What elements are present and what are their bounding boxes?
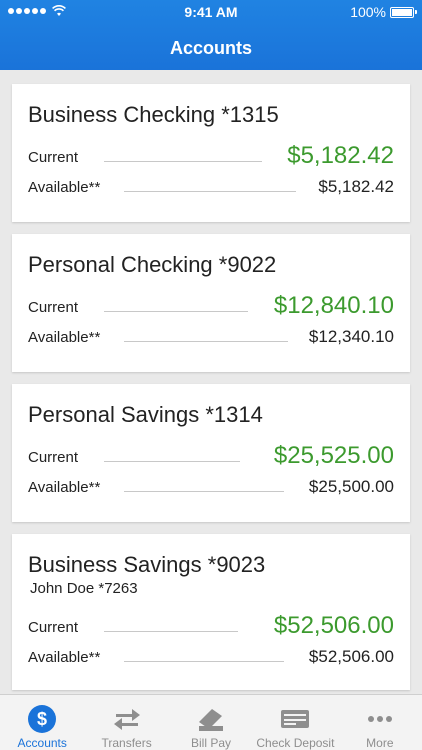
tab-label: Bill Pay	[191, 736, 232, 750]
current-balance: $52,506.00	[273, 612, 394, 639]
account-card[interactable]: Personal Checking *9022 Current $12,840.…	[12, 234, 410, 372]
leader-line	[104, 631, 238, 632]
current-label: Current	[28, 449, 79, 466]
available-balance: $25,500.00	[308, 477, 394, 496]
dollar-icon: $	[28, 705, 57, 733]
current-balance: $5,182.42	[287, 142, 394, 169]
tab-check-deposit[interactable]: Check Deposit	[253, 695, 337, 750]
account-name: Personal Savings *1314	[28, 402, 263, 427]
tab-label: Accounts	[17, 736, 67, 750]
leader-line	[104, 161, 262, 162]
page-title: Accounts	[169, 38, 252, 58]
current-label: Current	[28, 619, 79, 636]
available-balance-row: Available** $5,182.42	[28, 170, 394, 198]
leader-line	[124, 341, 288, 342]
current-balance-row: Current $25,525.00	[28, 440, 394, 469]
current-balance-row: Current $5,182.42	[28, 140, 394, 169]
available-balance-row: Available** $25,500.00	[28, 470, 394, 498]
tab-more[interactable]: More	[338, 695, 422, 750]
leader-line	[124, 191, 296, 192]
available-balance: $12,340.10	[308, 327, 394, 346]
available-label: Available**	[28, 179, 101, 196]
available-balance-row: Available** $12,340.10	[28, 320, 394, 348]
leader-line	[124, 491, 284, 492]
leader-line	[124, 661, 284, 662]
tab-bar: $ Accounts Transfers Bill Pay Check Depo…	[0, 694, 422, 750]
status-bar: 9:41 AM 100%	[0, 0, 422, 24]
transfer-arrows-icon	[113, 709, 140, 730]
account-card[interactable]: Personal Savings *1314 Current $25,525.0…	[12, 384, 410, 522]
tab-bill-pay[interactable]: Bill Pay	[169, 695, 253, 750]
available-label: Available**	[28, 479, 101, 496]
available-balance: $5,182.42	[318, 177, 394, 196]
tab-transfers[interactable]: Transfers	[84, 695, 168, 750]
bill-pay-icon	[199, 709, 224, 731]
tab-label: More	[366, 736, 394, 750]
account-name: Personal Checking *9022	[28, 252, 277, 277]
current-balance: $25,525.00	[273, 442, 394, 469]
account-card[interactable]: Business Savings *9023 John Doe *7263 Cu…	[12, 534, 410, 690]
available-label: Available**	[28, 649, 101, 666]
app-header: 9:41 AM 100% Accounts	[0, 0, 422, 70]
tab-label: Transfers	[101, 736, 152, 750]
available-balance-row: Available** $52,506.00	[28, 640, 394, 668]
account-name: Business Checking *1315	[28, 102, 279, 127]
current-balance-row: Current $12,840.10	[28, 290, 394, 319]
account-card[interactable]: Business Checking *1315 Current $5,182.4…	[12, 84, 410, 222]
battery-percent: 100%	[350, 4, 386, 20]
current-label: Current	[28, 299, 79, 316]
leader-line	[104, 311, 248, 312]
tab-accounts[interactable]: $ Accounts	[0, 695, 84, 750]
tab-label: Check Deposit	[256, 736, 335, 750]
account-name: Business Savings *9023	[28, 552, 266, 577]
account-owner: John Doe *7263	[30, 580, 138, 597]
battery-icon	[390, 6, 417, 18]
current-balance: $12,840.10	[273, 292, 394, 319]
leader-line	[104, 461, 240, 462]
available-label: Available**	[28, 329, 101, 346]
current-balance-row: Current $52,506.00	[28, 610, 394, 639]
available-balance: $52,506.00	[308, 647, 394, 666]
current-label: Current	[28, 149, 79, 166]
check-deposit-icon	[281, 710, 310, 728]
more-dots-icon	[367, 716, 392, 722]
svg-text:$: $	[37, 709, 47, 729]
